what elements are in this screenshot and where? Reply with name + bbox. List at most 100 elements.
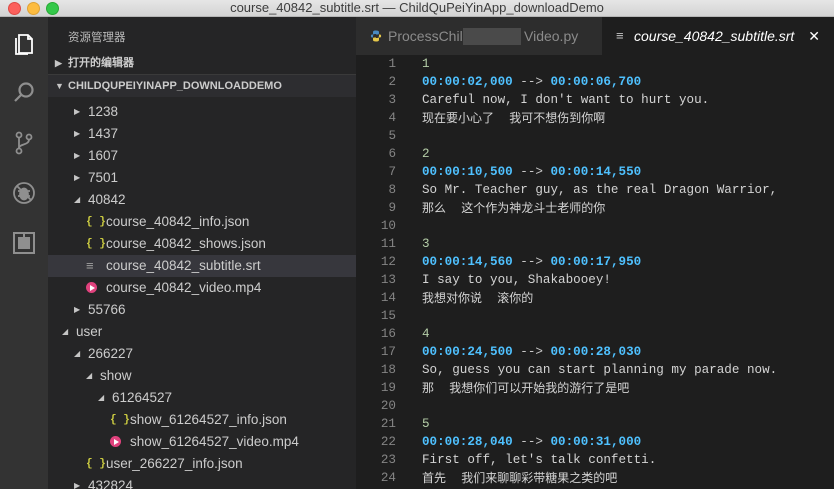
tree-file[interactable]: { } user_266227_info.json <box>48 453 356 475</box>
close-tab-icon[interactable]: ✕ <box>808 17 820 55</box>
timecode-line: 00:00:10,500 --> 00:00:14,550 <box>422 163 641 181</box>
code-line: 14 我想对你说 滚你的 <box>356 289 834 307</box>
tree-item-label: 1437 <box>88 126 119 141</box>
chevron-down-icon[interactable]: ◢ <box>98 387 104 409</box>
code-line: 23 First off, let's talk confetti. <box>356 451 834 469</box>
explorer-icon[interactable] <box>8 27 40 59</box>
tree-item-label: show <box>100 368 132 383</box>
window-title: course_40842_subtitle.srt — ChildQuPeiYi… <box>230 0 604 15</box>
source-control-icon[interactable] <box>8 127 40 159</box>
line-number: 2 <box>388 75 396 89</box>
line-number: 8 <box>388 183 396 197</box>
project-section[interactable]: ▼ CHILDQUPEIYINAPP_DOWNLOADDEMO <box>48 74 356 97</box>
subtitle-text: I say to you, Shakabooey! <box>422 273 611 287</box>
line-number: 15 <box>380 309 396 323</box>
chevron-down-icon[interactable]: ◢ <box>62 321 68 343</box>
search-icon[interactable] <box>8 77 40 109</box>
project-label: CHILDQUPEIYINAPP_DOWNLOADDEMO <box>68 80 282 92</box>
arrow: --> <box>512 165 551 179</box>
file-tree: ▶ 1238 ▶ 1437 ▶ 1607 ▶ 7501 ◢ 40842{ } course_4084… <box>48 101 356 489</box>
tree-folder[interactable]: ◢ 61264527 <box>48 387 356 409</box>
chevron-down-icon[interactable]: ◢ <box>74 343 80 365</box>
tree-file[interactable]: { } show_61264527_info.json <box>48 409 356 431</box>
tree-folder[interactable]: ▶ 7501 <box>48 167 356 189</box>
chevron-right-icon[interactable]: ▶ <box>74 167 80 189</box>
tree-folder[interactable]: ◢ 40842 <box>48 189 356 211</box>
timecode-line: 00:00:02,000 --> 00:00:06,700 <box>422 73 641 91</box>
subtitle-index: 4 <box>422 327 430 341</box>
tree-folder[interactable]: ▶ 55766 <box>48 299 356 321</box>
chevron-right-icon[interactable]: ▶ <box>74 475 80 489</box>
subtitle-text: Careful now, I don't want to hurt you. <box>422 93 710 107</box>
line-number: 7 <box>388 165 396 179</box>
line-number: 5 <box>388 129 396 143</box>
tree-file[interactable]: ≡ course_40842_subtitle.srt <box>48 255 356 277</box>
extensions-icon[interactable] <box>8 227 40 259</box>
tree-item-label: 55766 <box>88 302 126 317</box>
tree-file[interactable]: course_40842_video.mp4 <box>48 277 356 299</box>
chevron-down-icon[interactable]: ◢ <box>74 189 80 211</box>
text-file-icon: ≡ <box>86 258 94 273</box>
tree-folder[interactable]: ◢ 266227 <box>48 343 356 365</box>
code-area[interactable]: 1 1 2 00:00:02,000 --> 00:00:06,700 3 Careful… <box>356 55 834 487</box>
tree-item-label: 266227 <box>88 346 134 361</box>
debug-icon[interactable] <box>8 177 40 209</box>
json-file-icon: { } <box>110 414 130 426</box>
tab-subtitle-srt[interactable]: ≡ course_40842_subtitle.srt ✕ <box>602 17 834 55</box>
code-line: 4 现在要小心了 我可不想伤到你啊 <box>356 109 834 127</box>
text-file-icon: ≡ <box>616 28 624 43</box>
python-icon <box>370 17 382 55</box>
code-line: 62 <box>356 145 834 163</box>
tab-process-video-py[interactable]: ProcessChil Video.py <box>356 17 602 55</box>
line-number: 10 <box>380 219 396 233</box>
tree-item-label: 1238 <box>88 104 119 119</box>
line-number: 22 <box>380 435 396 449</box>
code-line: 17 00:00:24,500 --> 00:00:28,030 <box>356 343 834 361</box>
tree-folder[interactable]: ◢ show <box>48 365 356 387</box>
code-line: 16 4 <box>356 325 834 343</box>
line-number: 24 <box>380 471 396 485</box>
chevron-down-icon[interactable]: ◢ <box>86 365 92 387</box>
line-number: 14 <box>380 291 396 305</box>
tree-folder[interactable]: ▶ 1238 <box>48 101 356 123</box>
code-line: 19 那 我想你们可以开始我的游行了是吧 <box>356 379 834 397</box>
end-time: 00:00:28,030 <box>550 345 642 359</box>
start-time: 00:00:02,000 <box>422 75 513 89</box>
activity-bar <box>0 17 48 489</box>
code-line: 24 首先 我们来聊聊彩带糖果之类的吧 <box>356 469 834 487</box>
tree-file[interactable]: show_61264527_video.mp4 <box>48 431 356 453</box>
chevron-right-icon[interactable]: ▶ <box>74 145 80 167</box>
chevron-right-icon[interactable]: ▶ <box>74 299 80 321</box>
chevron-right-icon[interactable]: ▶ <box>74 123 80 145</box>
tree-item-label: user_266227_info.json <box>106 456 243 471</box>
sidebar-header: 资源管理器 <box>68 32 126 44</box>
code-line: 2 00:00:02,000 --> 00:00:06,700 <box>356 73 834 91</box>
chinese-subtitle-text: 我想对你说 滚你的 <box>422 291 534 305</box>
code-line: 10 <box>356 217 834 235</box>
tree-file[interactable]: { } course_40842_shows.json <box>48 233 356 255</box>
code-line: 11 3 <box>356 235 834 253</box>
open-editors-section[interactable]: ▶ 打开的编辑器 <box>48 52 356 74</box>
tab-label-end: Video.py <box>524 28 579 44</box>
tree-folder[interactable]: ▶ 1607 <box>48 145 356 167</box>
tree-file[interactable]: { } course_40842_info.json <box>48 211 356 233</box>
tree-folder[interactable]: ▶ 432824 <box>48 475 356 489</box>
tree-item-label: 1607 <box>88 148 119 163</box>
tree-folder[interactable]: ◢ user <box>48 321 356 343</box>
tree-folder[interactable]: ▶ 1437 <box>48 123 356 145</box>
tree-item-label: 40842 <box>88 192 126 207</box>
timecode-line: 00:00:28,040 --> 00:00:31,000 <box>422 433 641 451</box>
tree-item-label: 7501 <box>88 170 119 185</box>
chinese-subtitle-text: 首先 我们来聊聊彩带糖果之类的吧 <box>422 471 618 485</box>
explorer-sidebar: 资源管理器 ▶ 打开的编辑器 ▼ CHILDQUPEIYINAPP_DOWNLO… <box>48 17 356 489</box>
tree-item-label: 61264527 <box>112 390 173 405</box>
code-line: 5 <box>356 127 834 145</box>
code-line: 9 那么 这个作为神龙斗士老师的你 <box>356 199 834 217</box>
arrow: --> <box>512 345 551 359</box>
line-number: 23 <box>380 453 396 467</box>
line-number: 3 <box>388 93 396 107</box>
chevron-right-icon[interactable]: ▶ <box>74 101 80 123</box>
line-number: 11 <box>380 237 396 251</box>
chinese-subtitle-text: 现在要小心了 我可不想伤到你啊 <box>422 111 606 125</box>
code-line: 8 So Mr. Teacher guy, as the real Dragon … <box>356 181 834 199</box>
